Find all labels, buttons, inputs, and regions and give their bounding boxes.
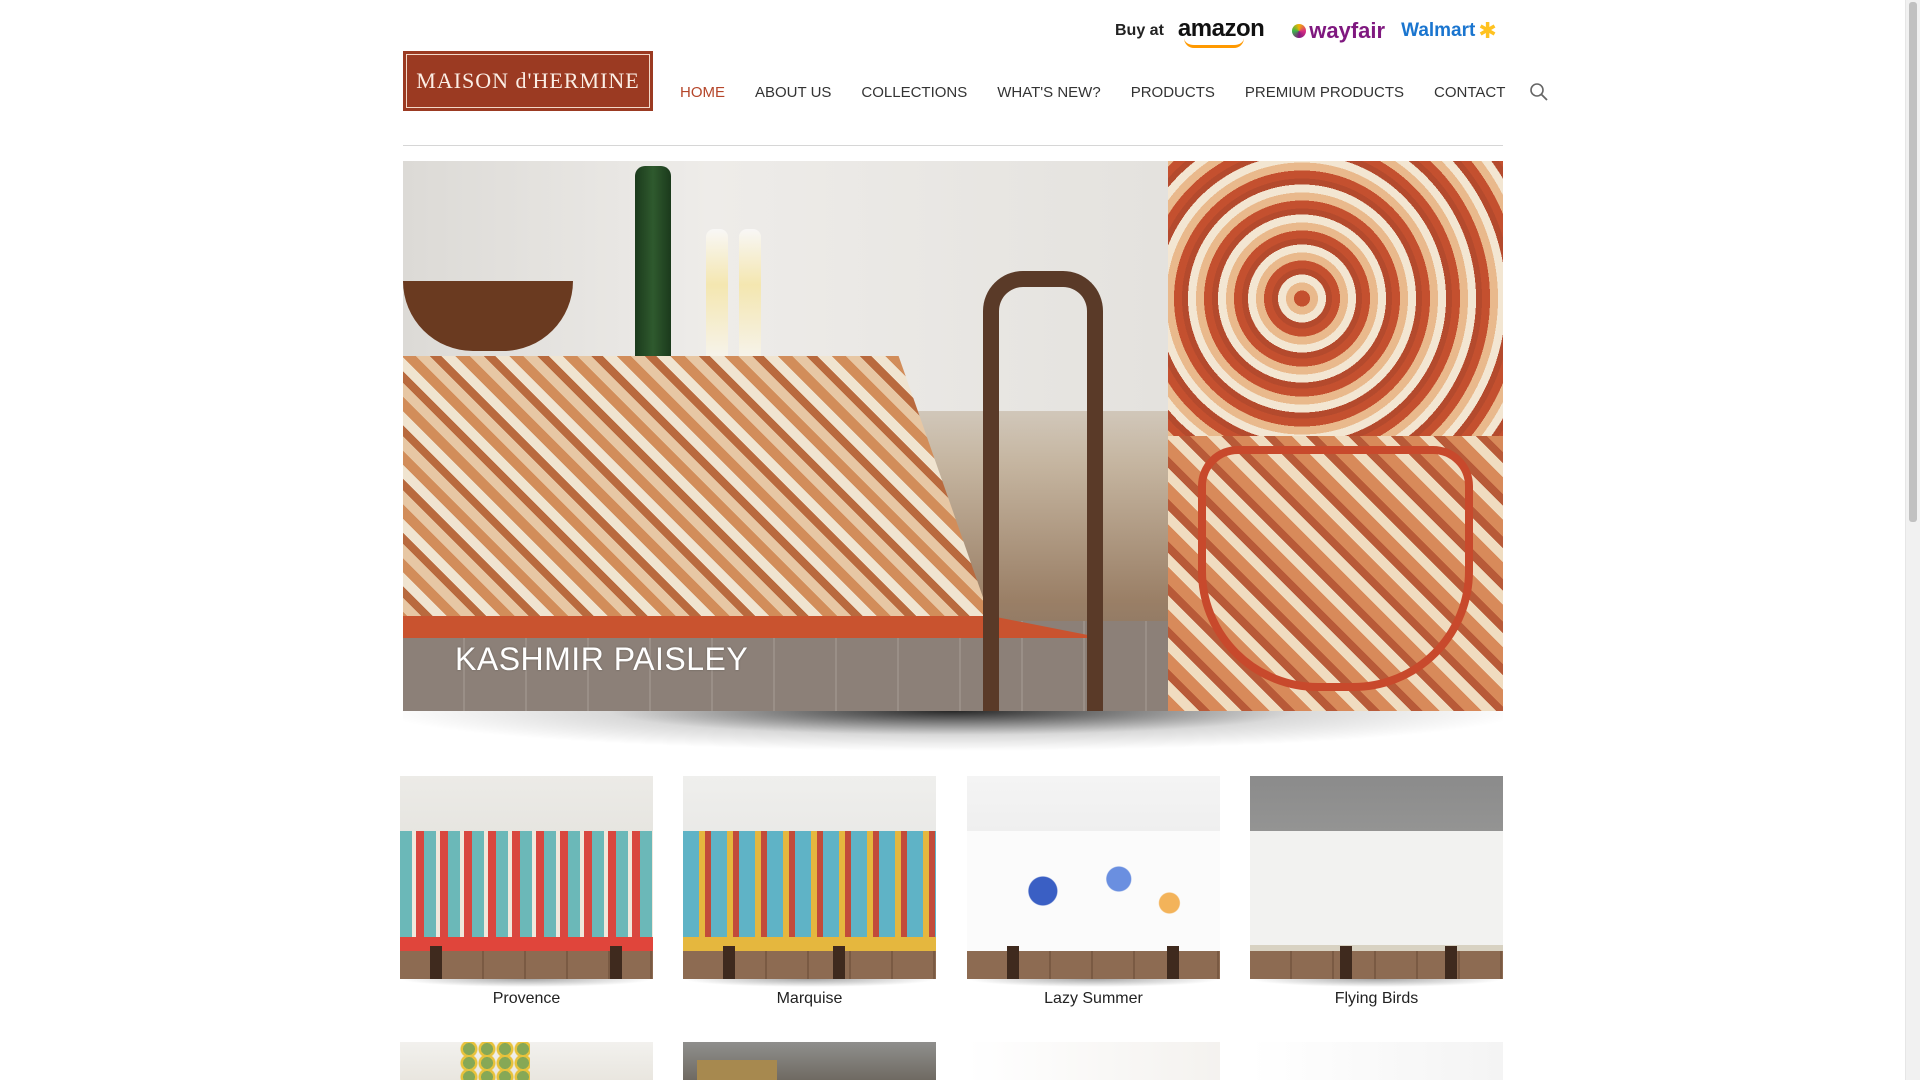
- search-icon[interactable]: [1529, 82, 1549, 102]
- wayfair-logo-text: wayfair: [1309, 18, 1386, 43]
- logo-text: MAISON d'HERMINE: [416, 68, 640, 93]
- walmart-logo-text: Walmart: [1401, 20, 1476, 41]
- search-icon-svg: [1530, 83, 1549, 101]
- amazon-link[interactable]: amazon: [1178, 15, 1265, 48]
- nav-item-collections[interactable]: COLLECTIONS: [861, 84, 967, 101]
- product-image[interactable]: [683, 776, 936, 979]
- wayfair-pinwheel-icon: [1292, 24, 1307, 38]
- product-name[interactable]: Flying Birds: [1250, 990, 1503, 1008]
- walmart-link[interactable]: Walmart ✱: [1401, 16, 1497, 46]
- nav-item-products[interactable]: PRODUCTS: [1131, 84, 1215, 101]
- product-card-marquise[interactable]: Marquise: [683, 776, 936, 1008]
- oven-mitt-image: [1168, 436, 1503, 711]
- buy-at-bar: Buy at amazon wayfair Walmart ✱: [1115, 14, 1497, 48]
- page-scrollbar[interactable]: [1905, 0, 1920, 1080]
- product-name[interactable]: Marquise: [683, 990, 936, 1008]
- product-image[interactable]: [1250, 1042, 1503, 1080]
- product-image[interactable]: [400, 1042, 653, 1080]
- product-name[interactable]: Provence: [400, 990, 653, 1008]
- nav-item-premium-products[interactable]: PREMIUM PRODUCTS: [1245, 84, 1404, 101]
- hero-side-images: [1168, 161, 1503, 711]
- pot-holder-image: [1168, 161, 1503, 436]
- site-logo[interactable]: MAISON d'HERMINE: [403, 51, 653, 111]
- nav-item-about-us[interactable]: ABOUT US: [755, 84, 831, 101]
- main-nav: HOME ABOUT US COLLECTIONS WHAT'S NEW? PR…: [680, 80, 1549, 104]
- champagne-bottle-image: [635, 166, 671, 366]
- product-image[interactable]: [967, 1042, 1220, 1080]
- hero-shadow: [403, 711, 1503, 751]
- product-card-flying-birds[interactable]: Flying Birds: [1250, 776, 1503, 1008]
- product-image[interactable]: [1250, 776, 1503, 979]
- champagne-glass-image: [739, 229, 761, 369]
- hero-main-image: KASHMIR PAISLEY: [403, 161, 1168, 711]
- wayfair-link[interactable]: wayfair: [1292, 16, 1385, 46]
- scrollbar-thumb[interactable]: [1909, 2, 1917, 522]
- product-image[interactable]: [967, 776, 1220, 979]
- product-image[interactable]: [400, 776, 653, 979]
- walmart-spark-icon: ✱: [1478, 18, 1497, 43]
- chair-image: [983, 271, 1103, 711]
- hero-caption: KASHMIR PAISLEY: [455, 641, 749, 677]
- product-image[interactable]: [683, 1042, 936, 1080]
- nav-item-contact[interactable]: CONTACT: [1434, 84, 1505, 101]
- paisley-tablecloth-image: [403, 356, 993, 626]
- buy-at-label: Buy at: [1115, 22, 1164, 39]
- product-card-provence[interactable]: Provence: [400, 776, 653, 1008]
- product-name[interactable]: Lazy Summer: [967, 990, 1220, 1008]
- champagne-glass-image: [706, 229, 728, 369]
- hero-slider[interactable]: KASHMIR PAISLEY: [403, 161, 1503, 711]
- product-card-lazy-summer[interactable]: Lazy Summer: [967, 776, 1220, 1008]
- header-divider: [403, 145, 1503, 146]
- nav-item-whats-new[interactable]: WHAT'S NEW?: [997, 84, 1100, 101]
- nav-item-home[interactable]: HOME: [680, 84, 725, 101]
- amazon-smile-icon: [1183, 38, 1244, 48]
